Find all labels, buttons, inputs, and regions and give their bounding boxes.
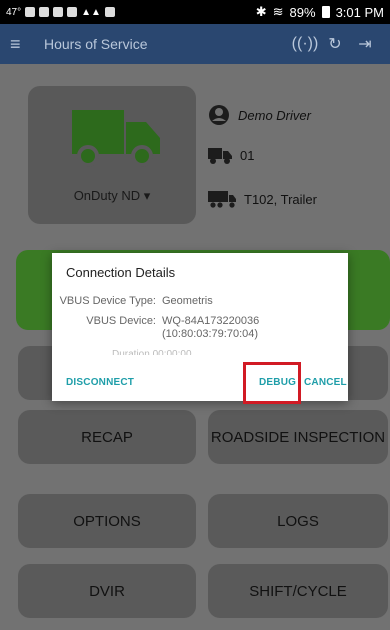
recap-button[interactable]: RECAP xyxy=(18,410,196,464)
device-value-block: WQ-84A173220036 (10:80:03:79:70:04) xyxy=(162,315,259,341)
debug-highlight-box xyxy=(243,362,301,404)
logout-icon[interactable]: ⇥ xyxy=(350,34,380,54)
roadside-inspection-button[interactable]: ROADSIDE INSPECTION xyxy=(208,410,388,464)
battery-text: 89% xyxy=(289,4,316,20)
refresh-icon[interactable]: ↻ xyxy=(320,34,350,54)
device-type-row: VBUS Device Type: Geometris xyxy=(52,295,213,308)
scrolled-row: Duration 00:00:00 xyxy=(112,349,192,355)
app-title: Hours of Service xyxy=(44,36,148,52)
chevron-down-icon: ▾ xyxy=(143,188,151,203)
temperature-text: 47° xyxy=(6,6,22,18)
status-system: ✱ ≋ 89% 3:01 PM xyxy=(256,4,384,20)
image-icon xyxy=(53,7,64,17)
status-bar: 47° ▲▲ ✱ ≋ 89% 3:01 PM xyxy=(0,0,390,24)
driver-row: Demo Driver xyxy=(208,104,311,126)
options-button[interactable]: OPTIONS xyxy=(18,494,196,548)
trailer-text: T102, Trailer xyxy=(244,191,317,207)
clock-text: 3:01 PM xyxy=(335,4,384,20)
trailer-row: T102, Trailer xyxy=(208,190,317,208)
device-mac: (10:80:03:79:70:04) xyxy=(162,328,259,340)
shift-cycle-button[interactable]: SHIFT/CYCLE xyxy=(208,564,388,618)
vehicle-number: 01 xyxy=(240,147,255,163)
app-bar: ≡ Hours of Service ((·)) ↻ ⇥ xyxy=(0,24,390,64)
disconnect-button[interactable]: DISCONNECT xyxy=(66,377,134,388)
warning-icon: ▲▲ xyxy=(81,6,101,18)
cancel-button[interactable]: CANCEL xyxy=(304,377,347,388)
driver-avatar-icon xyxy=(209,105,229,125)
truck-icon xyxy=(72,110,160,167)
bluetooth-icon: ✱ xyxy=(255,4,267,19)
device-type-label: VBUS Device Type: xyxy=(59,295,156,307)
status-notifications: 47° ▲▲ xyxy=(6,7,115,18)
dialog-title: Connection Details xyxy=(66,265,176,280)
vehicle-row: 01 xyxy=(208,146,254,164)
device-label: VBUS Device: xyxy=(86,315,156,327)
notification-icon xyxy=(104,7,115,17)
duty-status-text: OnDuty ND xyxy=(73,188,141,203)
connection-icon[interactable]: ((·)) xyxy=(290,35,320,53)
duty-status-card[interactable]: OnDuty ND ▾ xyxy=(28,86,196,224)
battery-icon xyxy=(321,6,330,18)
device-value: WQ-84A173220036 xyxy=(162,315,260,327)
duty-status-label[interactable]: OnDuty ND ▾ xyxy=(28,188,196,204)
menu-icon[interactable]: ≡ xyxy=(10,34,40,55)
device-row: VBUS Device: WQ-84A173220036 (10:80:03:7… xyxy=(52,315,259,341)
connection-details-dialog: Connection Details VBUS Device Type: Geo… xyxy=(52,253,348,401)
logs-button[interactable]: LOGS xyxy=(208,494,388,548)
wifi-icon: ≋ xyxy=(272,4,284,19)
calendar-icon xyxy=(39,7,50,17)
location-icon xyxy=(25,7,36,17)
device-type-value: Geometris xyxy=(162,295,213,307)
dvir-button[interactable]: DVIR xyxy=(18,564,196,618)
vehicle-icon xyxy=(208,148,232,164)
mail-icon xyxy=(67,7,78,17)
driver-name: Demo Driver xyxy=(238,107,311,123)
trailer-icon xyxy=(208,191,236,208)
